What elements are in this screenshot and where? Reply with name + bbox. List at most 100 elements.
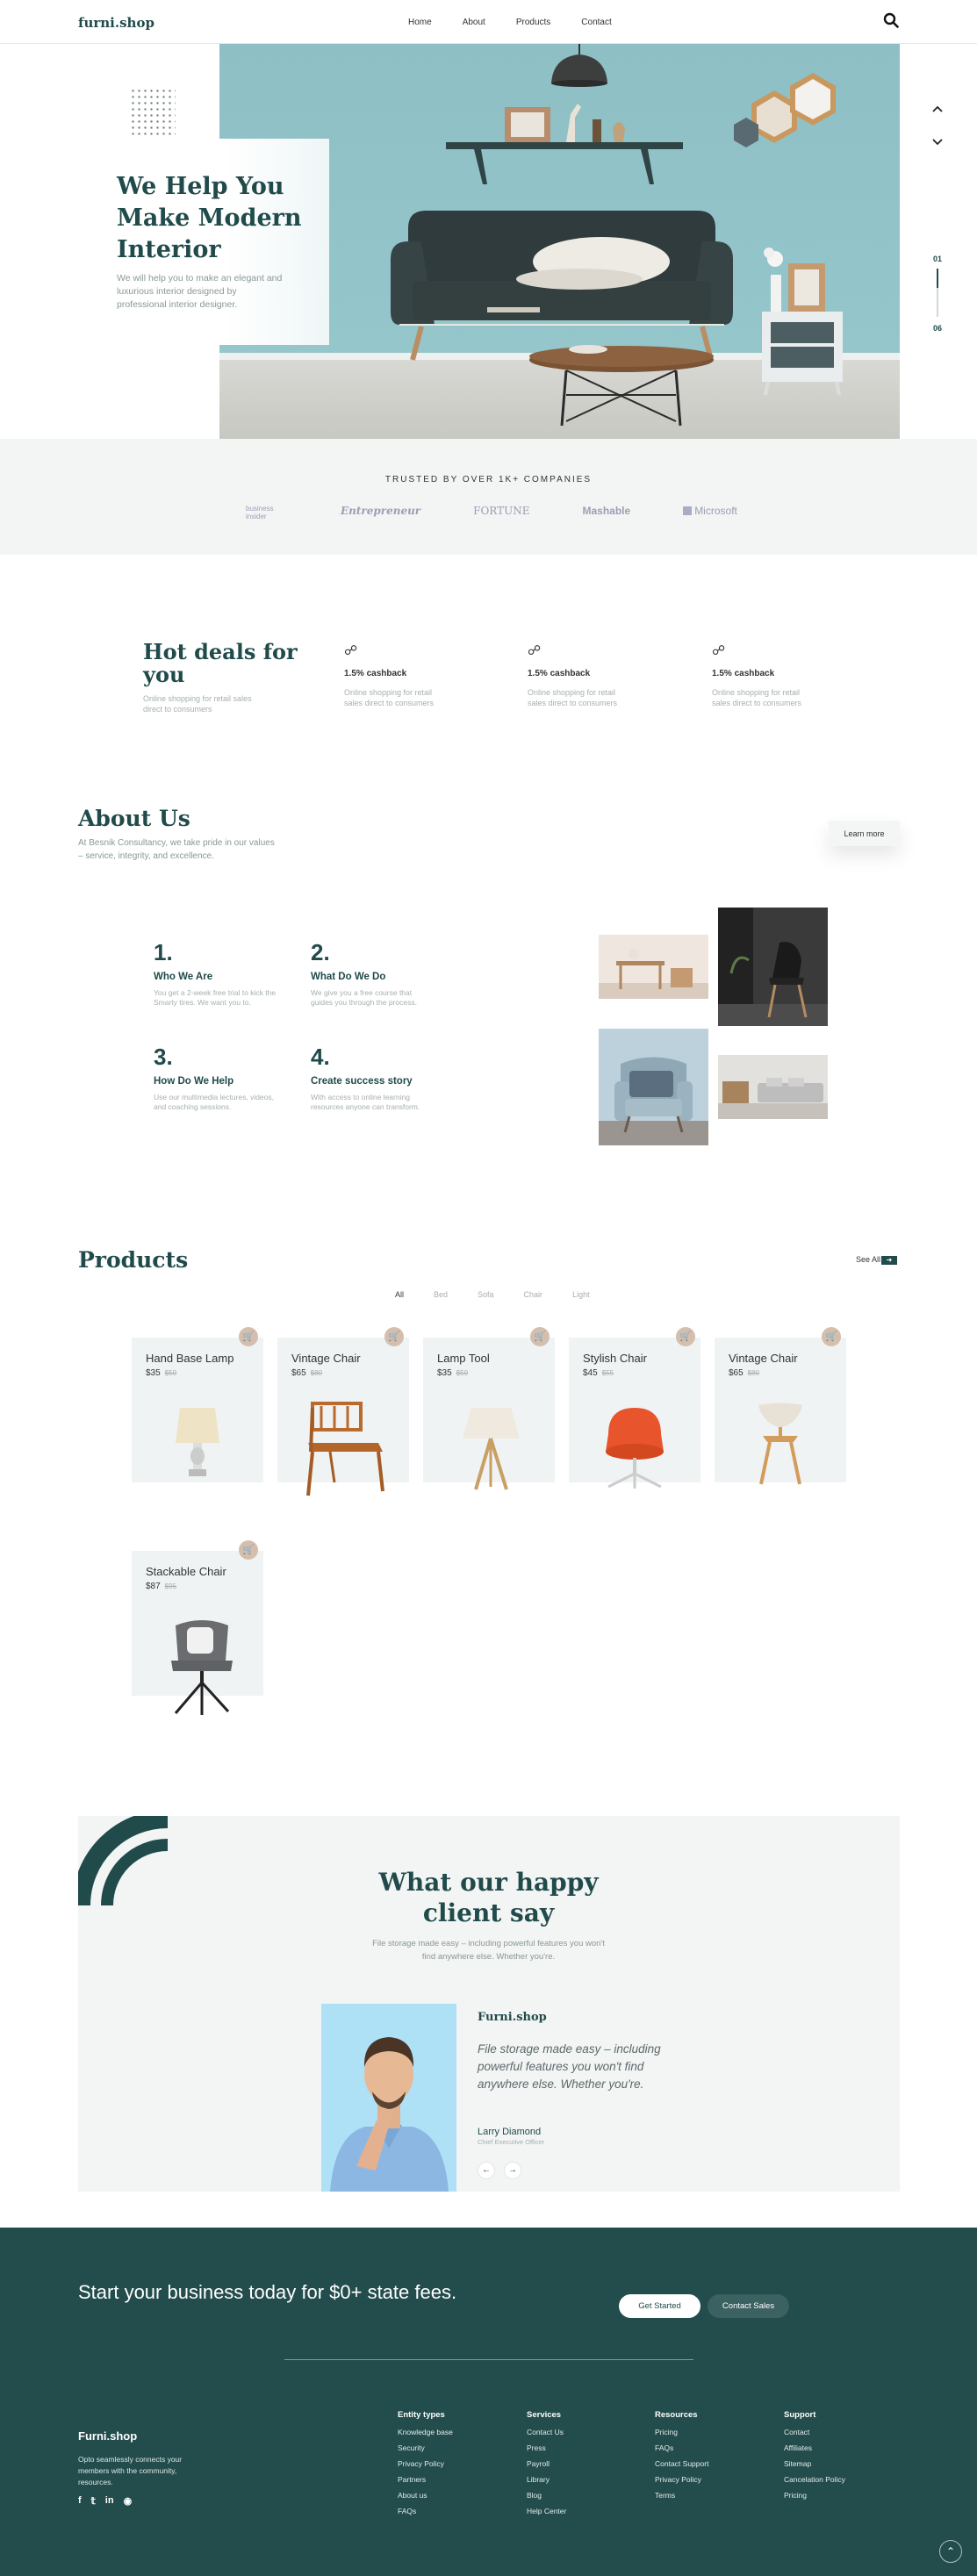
search-icon[interactable] (883, 12, 899, 32)
nav-about[interactable]: About (463, 18, 485, 27)
cart-icon[interactable]: 🛒 (384, 1327, 404, 1346)
footer-column-title: Resources (655, 2410, 698, 2420)
github-icon[interactable]: ◉ (124, 2495, 133, 2507)
footer-link[interactable]: Pricing (784, 2491, 907, 2500)
step-title: How Do We Help (154, 1076, 234, 1087)
footer-link[interactable]: FAQs (398, 2507, 521, 2515)
product-price: $45 $55 (583, 1368, 614, 1378)
testimonial-brand: Furni.shop (478, 2011, 547, 2024)
brand-microsoft-label: Microsoft (694, 505, 737, 517)
arrow-right-icon[interactable]: ➜ (881, 1256, 897, 1265)
footer-link[interactable]: Contact (784, 2428, 907, 2436)
trusted-title: TRUSTED BY OVER 1K+ COMPANIES (384, 475, 593, 484)
product-name: Lamp Tool (437, 1352, 490, 1365)
product-image (463, 1408, 520, 1490)
product-card[interactable]: 🛒 Lamp Tool $35 $50 (423, 1327, 555, 1490)
about-image-desk (599, 935, 708, 999)
see-all-link[interactable]: See All (856, 1255, 880, 1264)
deal-title: 1.5% cashback (528, 669, 591, 678)
client-role: Chief Executive Officer (478, 2138, 545, 2146)
contact-sales-button[interactable]: Contact Sales (708, 2294, 789, 2318)
footer-column: Services Contact Us Press Payroll Librar… (527, 2410, 650, 2522)
cart-icon[interactable]: 🛒 (822, 1327, 841, 1346)
next-arrow-icon[interactable]: → (504, 2162, 521, 2179)
price-old: $80 (310, 1369, 323, 1377)
footer-link[interactable]: Library (527, 2475, 650, 2484)
footer-link[interactable]: Pricing (655, 2428, 778, 2436)
filter-chair[interactable]: Chair (524, 1290, 543, 1299)
brand-fortune: FORTUNE (473, 505, 530, 517)
linkedin-icon[interactable]: in (105, 2495, 114, 2507)
footer-link[interactable]: Sitemap (784, 2459, 907, 2468)
footer-link[interactable]: Contact Us (527, 2428, 650, 2436)
chevron-down-icon[interactable] (932, 136, 943, 148)
prev-arrow-icon[interactable]: ← (478, 2162, 495, 2179)
chevron-up-icon[interactable] (932, 103, 943, 115)
footer-link[interactable]: Cancelation Policy (784, 2475, 907, 2484)
logo[interactable]: furni.shop (78, 15, 154, 31)
footer-column: Entity types Knowledge base Security Pri… (398, 2410, 521, 2522)
deal-card: ☍ 1.5% cashback Online shopping for reta… (712, 642, 817, 708)
deal-card: ☍ 1.5% cashback Online shopping for reta… (528, 642, 633, 708)
footer-link[interactable]: FAQs (655, 2443, 778, 2452)
client-name: Larry Diamond (478, 2127, 542, 2137)
nav-home[interactable]: Home (408, 18, 432, 27)
product-card[interactable]: 🛒 Vintage Chair $65 $80 (277, 1327, 409, 1496)
testimonial-title: What our happy client say (0, 1867, 977, 1928)
microsoft-logo-icon (683, 506, 693, 515)
product-price: $65 $80 (729, 1368, 759, 1378)
step-number: 3. (154, 1044, 173, 1070)
footer-link[interactable]: Help Center (527, 2507, 650, 2515)
product-name: Stylish Chair (583, 1352, 647, 1365)
footer-link[interactable]: About us (398, 2491, 521, 2500)
filter-sofa[interactable]: Sofa (478, 1290, 494, 1299)
footer-link[interactable]: Contact Support (655, 2459, 778, 2468)
cart-icon[interactable]: 🛒 (530, 1327, 550, 1346)
cart-icon[interactable]: 🛒 (676, 1327, 695, 1346)
footer-column: Support Contact Affiliates Sitemap Cance… (784, 2410, 907, 2507)
deal-title: 1.5% cashback (344, 669, 407, 678)
facebook-icon[interactable]: f (78, 2495, 82, 2507)
about-step: 3. How Do We Help Use our multimedia lec… (154, 1044, 277, 1112)
product-price: $87 $95 (146, 1582, 176, 1591)
product-card[interactable]: 🛒 Vintage Chair $65 $80 (715, 1327, 846, 1485)
footer-column-title: Services (527, 2410, 562, 2420)
filter-all[interactable]: All (395, 1290, 404, 1299)
footer-link[interactable]: Knowledge base (398, 2428, 521, 2436)
get-started-button[interactable]: Get Started (619, 2294, 700, 2318)
product-card[interactable]: 🛒 Hand Base Lamp $35 $50 (132, 1327, 263, 1482)
nav-contact[interactable]: Contact (581, 18, 611, 27)
footer-link[interactable]: Blog (527, 2491, 650, 2500)
cart-icon[interactable]: 🛒 (239, 1327, 258, 1346)
product-card[interactable]: 🛒 Stylish Chair $45 $55 (569, 1327, 700, 1489)
product-filters: All Bed Sofa Chair Light (395, 1290, 620, 1299)
product-name: Stackable Chair (146, 1565, 226, 1578)
price-current: $35 (146, 1368, 161, 1378)
learn-more-button[interactable]: Learn more (829, 821, 900, 846)
product-card[interactable]: 🛒 Stackable Chair $87 $95 (132, 1540, 263, 1715)
product-image (171, 1620, 233, 1715)
client-photo (321, 2004, 456, 2192)
footer-link[interactable]: Privacy Policy (398, 2459, 521, 2468)
footer-link[interactable]: Security (398, 2443, 521, 2452)
product-name: Vintage Chair (291, 1352, 361, 1365)
nav-products[interactable]: Products (516, 18, 550, 27)
filter-bed[interactable]: Bed (434, 1290, 448, 1299)
price-current: $35 (437, 1368, 452, 1378)
twitter-icon[interactable]: 𝕥 (91, 2495, 96, 2507)
cart-icon[interactable]: 🛒 (239, 1540, 258, 1560)
footer-link[interactable]: Partners (398, 2475, 521, 2484)
filter-light[interactable]: Light (572, 1290, 590, 1299)
footer-column-title: Support (784, 2410, 816, 2420)
about-image-sofa (718, 1055, 828, 1119)
footer-link[interactable]: Payroll (527, 2459, 650, 2468)
footer-link[interactable]: Privacy Policy (655, 2475, 778, 2484)
scroll-to-top-icon[interactable]: ⌃ (939, 2540, 962, 2563)
footer-divider (284, 2359, 693, 2360)
brand-logos: business insider Entrepreneur FORTUNE Ma… (246, 505, 790, 520)
footer-link[interactable]: Terms (655, 2491, 778, 2500)
footer-link[interactable]: Press (527, 2443, 650, 2452)
about-image-armchair (599, 1029, 708, 1145)
slide-total: 06 (933, 324, 943, 333)
footer-link[interactable]: Affiliates (784, 2443, 907, 2452)
